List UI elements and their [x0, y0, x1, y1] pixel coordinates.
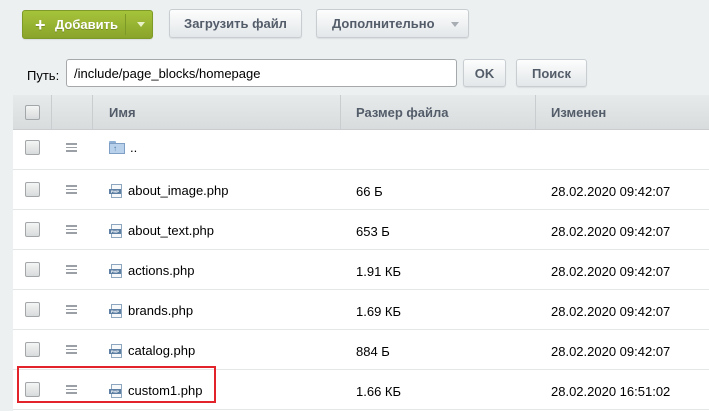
add-button[interactable]: + Добавить	[22, 10, 153, 39]
table-row[interactable]: PHP about_text.php 653 Б 28.02.2020 09:4…	[13, 210, 709, 250]
column-header-modified[interactable]: Изменен	[551, 95, 606, 130]
file-modified: 28.02.2020 09:42:07	[551, 184, 671, 199]
table-row[interactable]: PHP about_image.php 66 Б 28.02.2020 09:4…	[13, 170, 709, 210]
file-name-link[interactable]: catalog.php	[128, 343, 195, 358]
file-table: Имя Размер файла Изменен ↑ .. PHP about_…	[13, 95, 709, 411]
file-modified: 28.02.2020 09:42:07	[551, 224, 671, 239]
row-checkbox[interactable]	[25, 342, 40, 357]
plus-icon: +	[35, 14, 46, 35]
table-row[interactable]: PHP catalog.php 884 Б 28.02.2020 09:42:0…	[13, 330, 709, 370]
php-file-icon: PHP	[109, 223, 123, 238]
file-name[interactable]: PHP brands.php	[109, 303, 193, 318]
file-name[interactable]: PHP about_image.php	[109, 183, 228, 198]
folder-up-icon: ↑	[109, 141, 125, 154]
file-name-link[interactable]: brands.php	[128, 303, 193, 318]
file-modified: 28.02.2020 09:42:07	[551, 344, 671, 359]
select-all-checkbox[interactable]	[25, 105, 40, 120]
file-name-link[interactable]: about_text.php	[128, 223, 214, 238]
upload-file-label: Загрузить файл	[184, 16, 287, 31]
file-name[interactable]: PHP catalog.php	[109, 343, 195, 358]
add-button-label: Добавить	[55, 17, 118, 32]
php-file-icon: PHP	[109, 343, 123, 358]
row-checkbox[interactable]	[25, 222, 40, 237]
upload-file-button[interactable]: Загрузить файл	[169, 9, 302, 38]
column-header-size[interactable]: Размер файла	[356, 95, 449, 130]
column-divider	[51, 95, 52, 130]
row-checkbox[interactable]	[25, 140, 40, 155]
add-button-separator	[125, 14, 126, 35]
row-menu-icon[interactable]	[66, 305, 77, 314]
more-actions-label: Дополнительно	[332, 16, 435, 31]
table-row[interactable]: PHP actions.php 1.91 КБ 28.02.2020 09:42…	[13, 250, 709, 290]
row-menu-icon[interactable]	[66, 345, 77, 354]
file-size: 66 Б	[356, 184, 383, 199]
table-header: Имя Размер файла Изменен	[13, 95, 709, 130]
php-file-icon: PHP	[109, 263, 123, 278]
row-checkbox[interactable]	[25, 302, 40, 317]
file-size: 653 Б	[356, 224, 390, 239]
file-name[interactable]: ↑ ..	[109, 140, 137, 155]
file-name-link[interactable]: actions.php	[128, 263, 195, 278]
table-row[interactable]: PHP brands.php 1.69 КБ 28.02.2020 09:42:…	[13, 290, 709, 330]
file-size: 1.66 КБ	[356, 384, 402, 399]
search-button-label: Поиск	[531, 65, 571, 81]
ok-button-label: OK	[474, 65, 495, 81]
column-header-name[interactable]: Имя	[109, 95, 136, 130]
row-menu-icon[interactable]	[66, 143, 77, 152]
path-input[interactable]	[66, 59, 457, 87]
php-file-icon: PHP	[109, 183, 123, 198]
ok-button[interactable]: OK	[463, 59, 506, 87]
file-size: 1.69 КБ	[356, 304, 402, 319]
file-size: 884 Б	[356, 344, 390, 359]
column-divider	[535, 95, 536, 130]
row-menu-icon[interactable]	[66, 225, 77, 234]
search-button[interactable]: Поиск	[516, 59, 587, 87]
highlight-box	[17, 366, 216, 403]
file-name-link[interactable]: about_image.php	[128, 183, 228, 198]
path-label: Путь:	[27, 68, 60, 83]
row-checkbox[interactable]	[25, 182, 40, 197]
column-divider	[92, 95, 93, 130]
path-bar: Путь: OK Поиск	[0, 48, 709, 95]
toolbar: + Добавить Загрузить файл Дополнительно	[0, 0, 709, 48]
file-modified: 28.02.2020 09:42:07	[551, 304, 671, 319]
parent-directory-link[interactable]: ..	[130, 140, 137, 155]
file-modified: 28.02.2020 09:42:07	[551, 264, 671, 279]
chevron-down-icon	[451, 22, 459, 27]
row-menu-icon[interactable]	[66, 185, 77, 194]
file-size: 1.91 КБ	[356, 264, 402, 279]
row-checkbox[interactable]	[25, 262, 40, 277]
file-name[interactable]: PHP actions.php	[109, 263, 195, 278]
table-row-parent[interactable]: ↑ ..	[13, 130, 709, 170]
php-file-icon: PHP	[109, 303, 123, 318]
more-actions-button[interactable]: Дополнительно	[316, 9, 469, 38]
file-modified: 28.02.2020 16:51:02	[551, 384, 671, 399]
column-divider	[340, 95, 341, 130]
chevron-down-icon[interactable]	[137, 22, 145, 27]
row-menu-icon[interactable]	[66, 265, 77, 274]
file-name[interactable]: PHP about_text.php	[109, 223, 214, 238]
